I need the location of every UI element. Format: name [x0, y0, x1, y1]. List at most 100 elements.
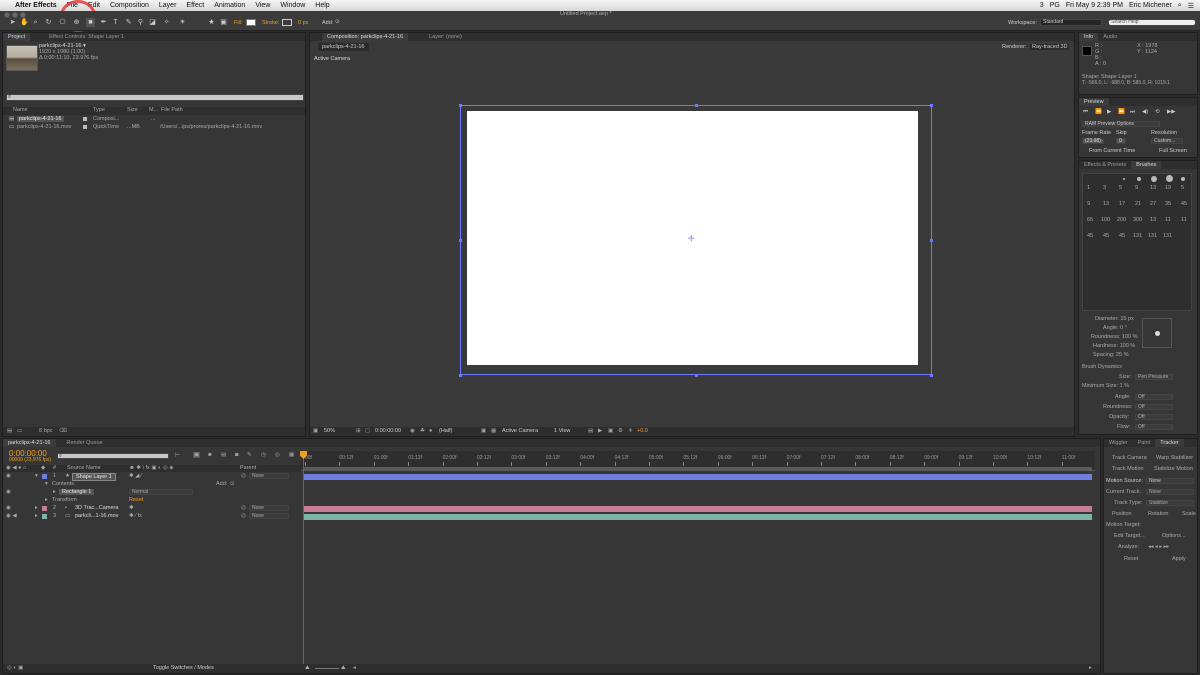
battery-status[interactable]: 3 — [1040, 2, 1044, 9]
tab-timeline-comp[interactable]: parkclips-4-21-16 — [3, 439, 56, 447]
current-time-field[interactable]: 0:00:00:00 — [375, 428, 401, 434]
notification-icon[interactable]: ☰ — [1188, 2, 1194, 10]
brush-roundness[interactable]: Roundness: 100 % — [1091, 334, 1137, 340]
shape-handle-bl[interactable] — [459, 374, 462, 377]
rectangle-row[interactable]: ◉ ▸ Rectangle 1 Normal — [3, 489, 301, 497]
layer-label-color[interactable] — [42, 474, 47, 479]
clock[interactable]: Fri May 9 2:39 PM — [1066, 2, 1123, 9]
shape-option-icon[interactable]: ▣ — [219, 18, 228, 27]
tab-render-queue[interactable]: Render Queue — [62, 439, 108, 447]
hand-tool-icon[interactable]: ✋ — [20, 18, 29, 27]
expand-arrow-icon[interactable]: ▾ — [45, 481, 48, 487]
expand-switches-icon[interactable]: ◎ ◐ ▣ — [7, 665, 23, 671]
trash-icon[interactable]: ⌫ — [59, 428, 67, 434]
exposure-value[interactable]: +0.0 — [637, 428, 648, 434]
toggle-graph-icon[interactable]: ▦ — [289, 452, 294, 458]
preview-last-frame-icon[interactable]: ⏭ — [1130, 109, 1135, 116]
puppet-tool-icon[interactable]: ✶ — [178, 18, 187, 27]
resolution-dropdown[interactable]: (Half) — [439, 428, 452, 434]
timeline-icon[interactable]: ▣ — [608, 428, 613, 434]
stroke-swatch[interactable] — [282, 19, 292, 26]
project-search-input[interactable] — [6, 94, 304, 101]
layer-switches[interactable]: ✱ — [129, 505, 134, 511]
shape-handle-tr[interactable] — [930, 104, 933, 107]
blend-mode-dropdown[interactable]: Normal — [129, 489, 193, 495]
parent-pickwhip-icon[interactable]: ◎ — [241, 513, 246, 519]
eye-icon[interactable]: ◉ — [6, 505, 11, 511]
tab-effect-controls[interactable]: Effect Controls: Shape Layer 1 — [44, 33, 129, 41]
parent-dropdown[interactable]: None — [249, 473, 289, 479]
shape-handle-bm[interactable] — [695, 374, 698, 377]
input-source[interactable]: PG — [1050, 2, 1060, 9]
layer-switches[interactable]: ✱ ⁄ fx — [129, 513, 142, 519]
transform-reset[interactable]: Reset — [129, 497, 143, 503]
motion-source-dropdown[interactable]: None — [1146, 478, 1194, 484]
always-preview-icon[interactable]: ▣ — [313, 428, 318, 434]
shape-handle-tl[interactable] — [459, 104, 462, 107]
layer-row-3[interactable]: ◉ ◀ ▸ 3 ▭ parkcli...1-16.mov ✱ ⁄ fx ◎ No… — [3, 513, 301, 521]
preview-prev-frame-icon[interactable]: ⏪ — [1095, 109, 1102, 115]
preview-next-frame-icon[interactable]: ⏩ — [1118, 109, 1125, 115]
menu-layer[interactable]: Layer — [154, 2, 182, 9]
fast-preview-icon[interactable]: ▶ — [598, 428, 602, 434]
tab-info[interactable]: Info — [1079, 33, 1099, 41]
col-name[interactable]: Name — [13, 107, 28, 113]
zoom-tool-icon[interactable]: ⌕ — [31, 18, 40, 27]
camera-tool-icon[interactable]: ⎔ — [58, 18, 67, 27]
tab-composition[interactable]: Composition: parkclips-4-21-16 — [322, 33, 409, 41]
eraser-tool-icon[interactable]: ◪ — [148, 18, 157, 27]
pen-tool-icon[interactable]: ✒ — [99, 18, 108, 27]
rotate-tool-icon[interactable]: ↻ — [44, 18, 53, 27]
parent-header[interactable]: Parent — [240, 465, 256, 471]
dyn-opacity-dropdown[interactable]: Off — [1135, 414, 1173, 420]
search-help-input[interactable]: Search Help — [1108, 19, 1196, 26]
safe-zones-icon[interactable]: ⊞ — [356, 428, 361, 434]
frame-rate-field[interactable]: (23.98) — [1082, 138, 1104, 144]
brush-tip[interactable] — [1151, 176, 1157, 182]
layer-row-2[interactable]: ◉ ▸ 2 ▪ 3D Trac...Camera ✱ ◎ None — [3, 505, 301, 513]
track-motion-button[interactable]: Track Motion — [1112, 466, 1144, 472]
brush-spacing[interactable]: Spacing: 25 % — [1093, 352, 1128, 358]
expand-arrow-icon[interactable]: ▸ — [53, 489, 56, 495]
comp-mini-flowchart-icon[interactable]: ⊢ — [175, 453, 180, 459]
workspace-dropdown[interactable]: Standard — [1040, 19, 1102, 26]
parent-pickwhip-icon[interactable]: ◎ — [241, 505, 246, 511]
tab-audio[interactable]: Audio — [1098, 33, 1122, 41]
layer-row-1[interactable]: ◉ ▾ 1 ★ Shape Layer 1 ✱ ◢ ⁄ ◎ None — [3, 473, 301, 481]
rectangle-name[interactable]: Rectangle 1 — [59, 489, 95, 495]
preview-audio-icon[interactable]: ◀) — [1142, 109, 1148, 115]
layer-switches[interactable]: ✱ ◢ ⁄ — [129, 473, 142, 479]
add-button-icon[interactable]: ⊙ — [335, 19, 340, 25]
edit-target-button[interactable]: Edit Target... — [1114, 533, 1145, 539]
ram-preview-options-dropdown[interactable]: RAM Preview Options — [1082, 121, 1160, 127]
app-menu[interactable]: After Effects — [10, 2, 62, 9]
tab-preview[interactable]: Preview — [1079, 98, 1109, 106]
ram-preview-icon[interactable]: ▶▶ — [1167, 109, 1175, 115]
scroll-left-icon[interactable]: ◂ — [353, 665, 356, 671]
preview-first-frame-icon[interactable]: ⏮ — [1083, 109, 1088, 116]
expand-arrow-icon[interactable]: ▸ — [35, 505, 38, 511]
shape-handle-mr[interactable] — [930, 239, 933, 242]
pan-behind-tool-icon[interactable]: ⊕ — [72, 18, 81, 27]
toggle-pixel-icon[interactable]: ▤ — [588, 428, 593, 434]
zoom-dropdown[interactable]: 50% — [324, 428, 335, 434]
project-item-name[interactable]: parkclips-4-21-16 — [17, 116, 64, 122]
toggle-switches-modes[interactable]: Toggle Switches / Modes — [153, 665, 214, 671]
show-snapshot-icon[interactable]: ☘ — [420, 428, 425, 434]
menu-composition[interactable]: Composition — [105, 2, 154, 9]
expand-arrow-icon[interactable]: ▾ — [35, 473, 38, 479]
brush-angle[interactable]: Angle: 0 ° — [1103, 325, 1127, 331]
tab-brushes[interactable]: Brushes — [1131, 161, 1162, 169]
hide-shy-icon[interactable]: ☻ — [207, 452, 213, 458]
parent-dropdown[interactable]: None — [249, 505, 289, 511]
bit-depth[interactable]: 8 bpc — [39, 428, 52, 434]
skip-field[interactable]: 0 — [1116, 138, 1126, 144]
dyn-angle-dropdown[interactable]: Off — [1135, 394, 1173, 400]
current-time-indicator[interactable] — [303, 453, 304, 665]
star-icon[interactable]: ★ — [207, 18, 216, 27]
mask-visibility-icon[interactable]: ▢ — [365, 428, 370, 434]
stabilize-motion-button[interactable]: Stabilize Motion — [1154, 466, 1193, 472]
brush-hardness[interactable]: Hardness: 100 % — [1093, 343, 1135, 349]
col-type[interactable]: Type — [93, 107, 105, 113]
graph-editor-icon[interactable]: ◎ — [275, 452, 280, 458]
